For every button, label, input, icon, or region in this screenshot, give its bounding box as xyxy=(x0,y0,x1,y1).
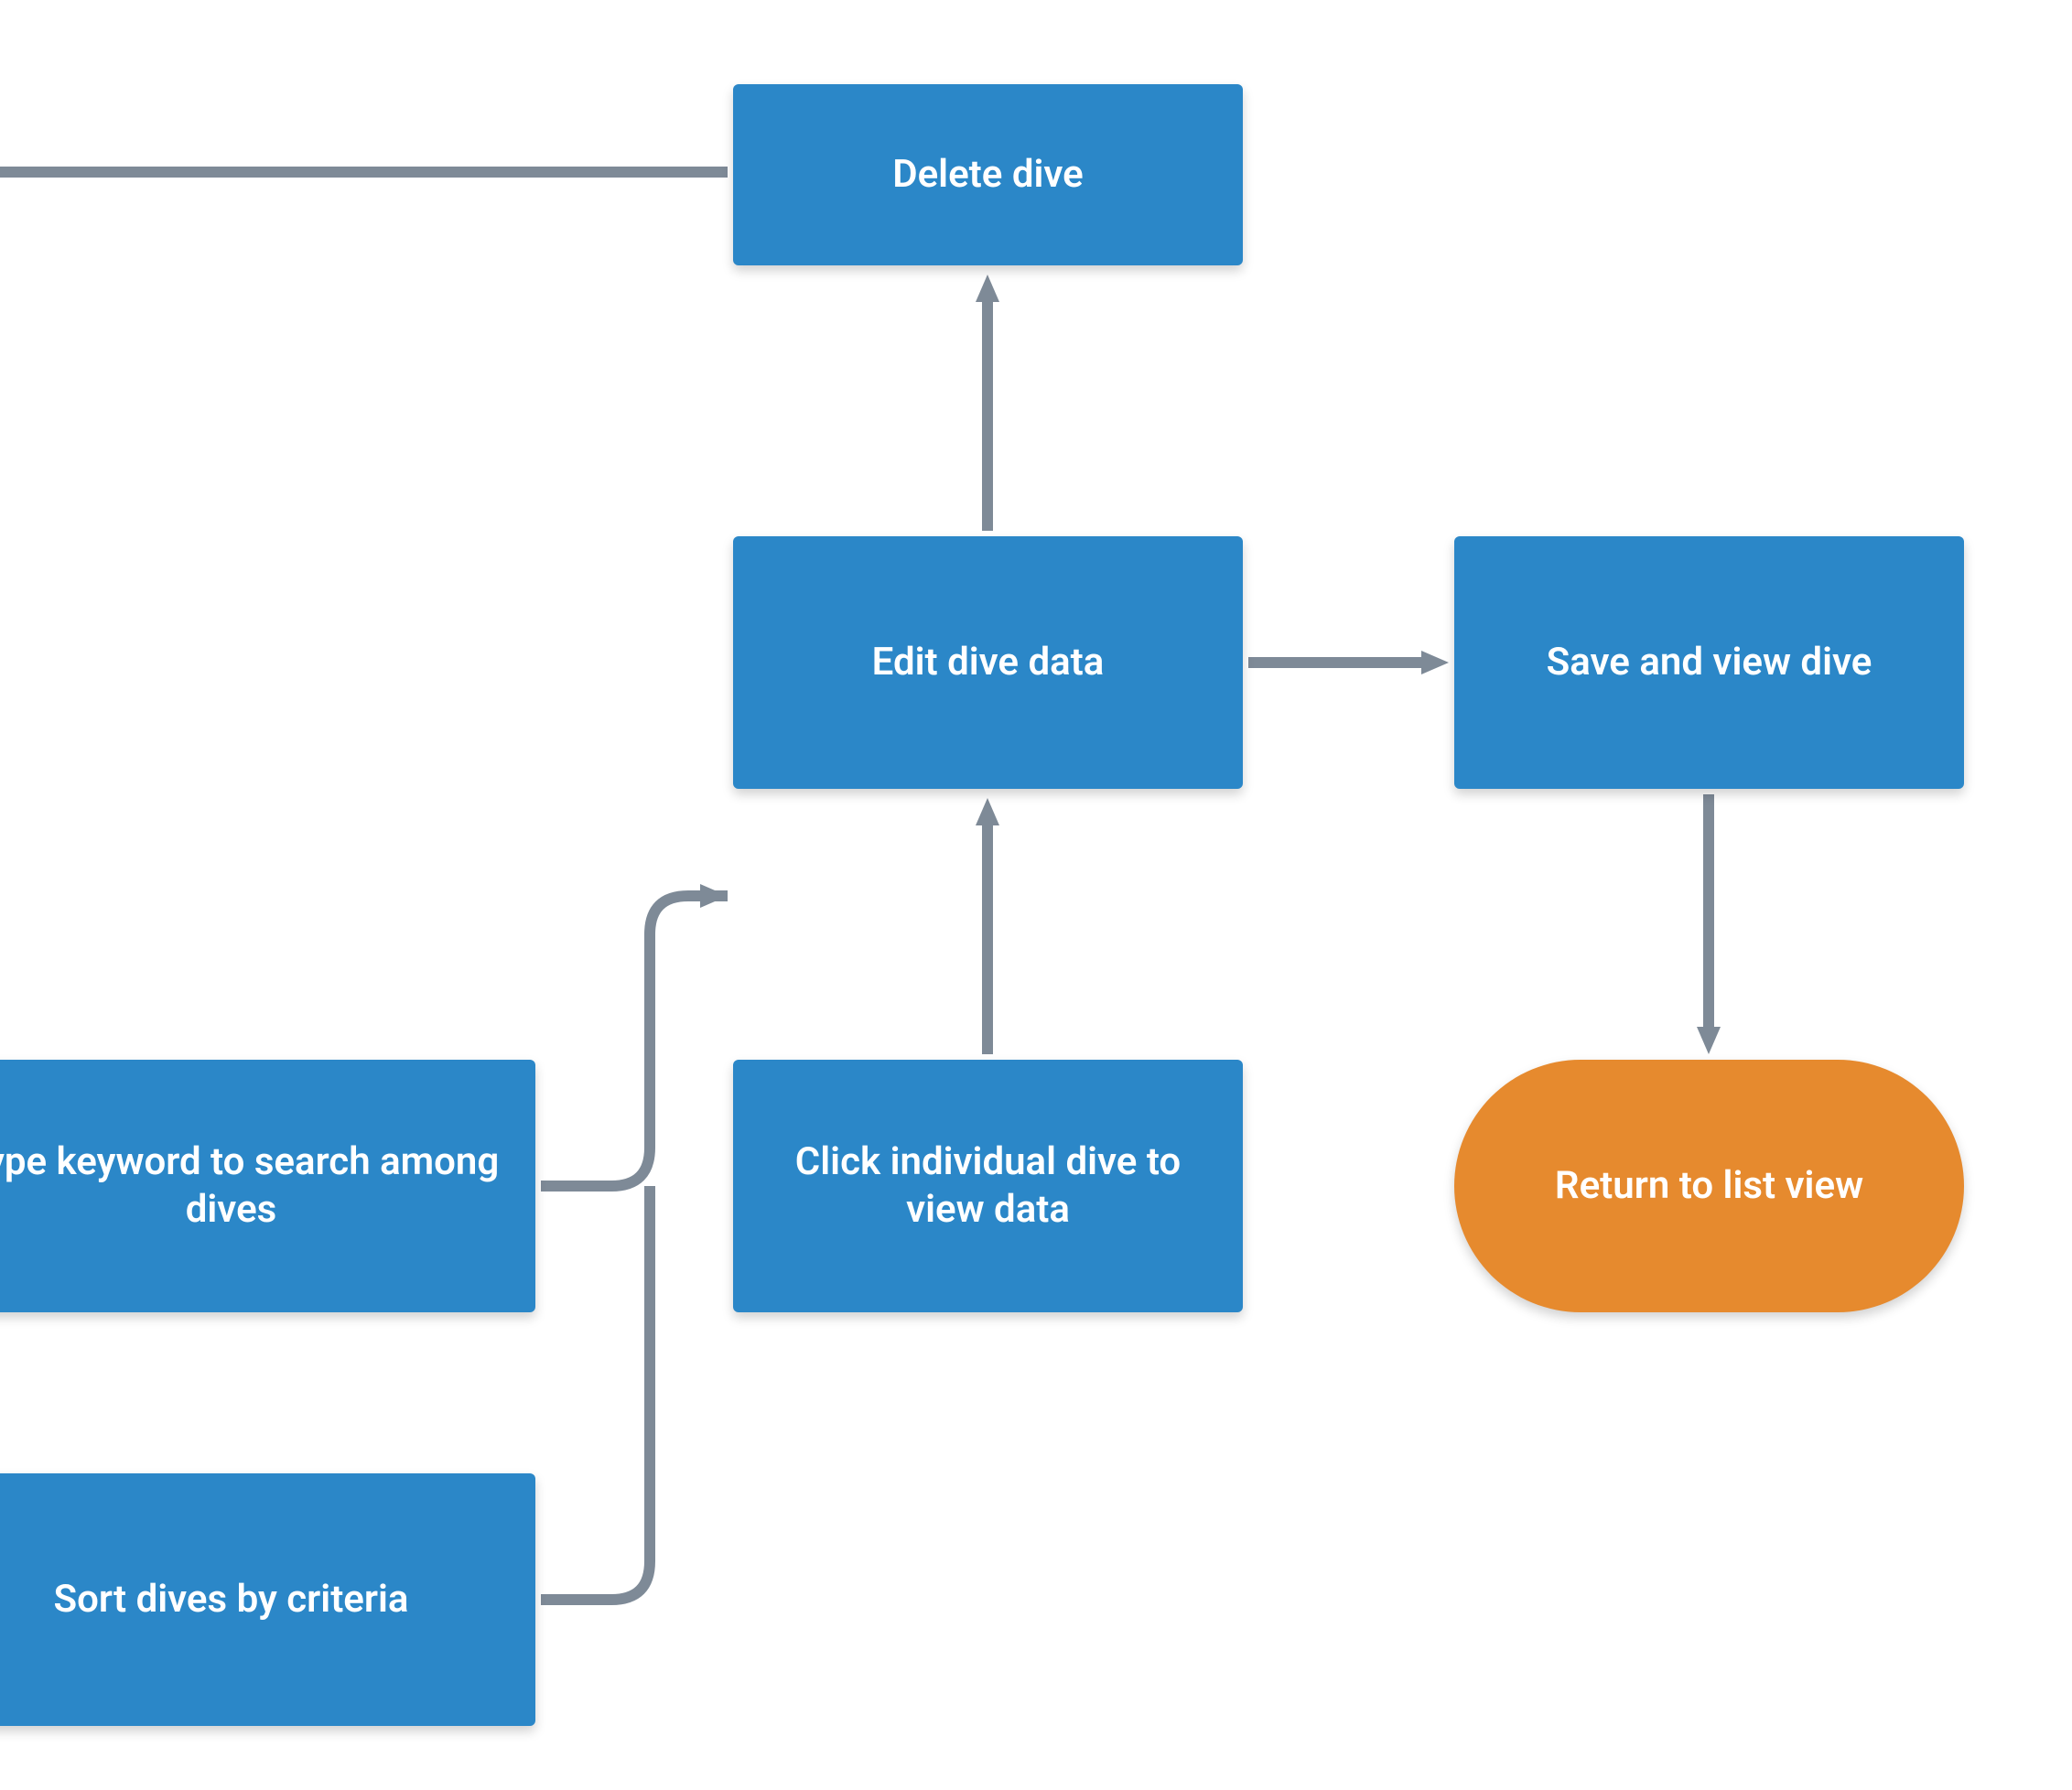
node-type-keyword: Type keyword to search among dives xyxy=(0,1060,535,1312)
node-save-view: Save and view dive xyxy=(1454,536,1964,789)
node-sort-criteria: Sort dives by criteria xyxy=(0,1473,535,1726)
edge-sort-to-click xyxy=(541,1186,650,1600)
node-delete-dive: Delete dive xyxy=(733,84,1243,265)
edge-click-to-edit xyxy=(976,798,999,1054)
node-label: Type keyword to search among dives xyxy=(0,1138,508,1235)
node-click-view: Click individual dive to view data xyxy=(733,1060,1243,1312)
edge-edit-to-delete xyxy=(976,275,999,531)
flowchart-canvas: Delete dive Edit dive data Save and view d… xyxy=(0,0,2072,1790)
node-label: Delete dive xyxy=(892,151,1084,199)
node-label: Sort dives by criteria xyxy=(54,1576,409,1624)
node-return-list: Return to list view xyxy=(1454,1060,1964,1312)
node-label: Click individual dive to view data xyxy=(761,1138,1215,1235)
node-edit-dive: Edit dive data xyxy=(733,536,1243,789)
node-label: Save and view dive xyxy=(1547,639,1872,687)
edge-keyword-to-click xyxy=(541,884,728,1186)
edge-edit-to-save xyxy=(1248,651,1449,674)
node-label: Return to list view xyxy=(1555,1162,1863,1211)
edge-save-to-return xyxy=(1697,794,1721,1054)
node-label: Edit dive data xyxy=(872,639,1105,687)
